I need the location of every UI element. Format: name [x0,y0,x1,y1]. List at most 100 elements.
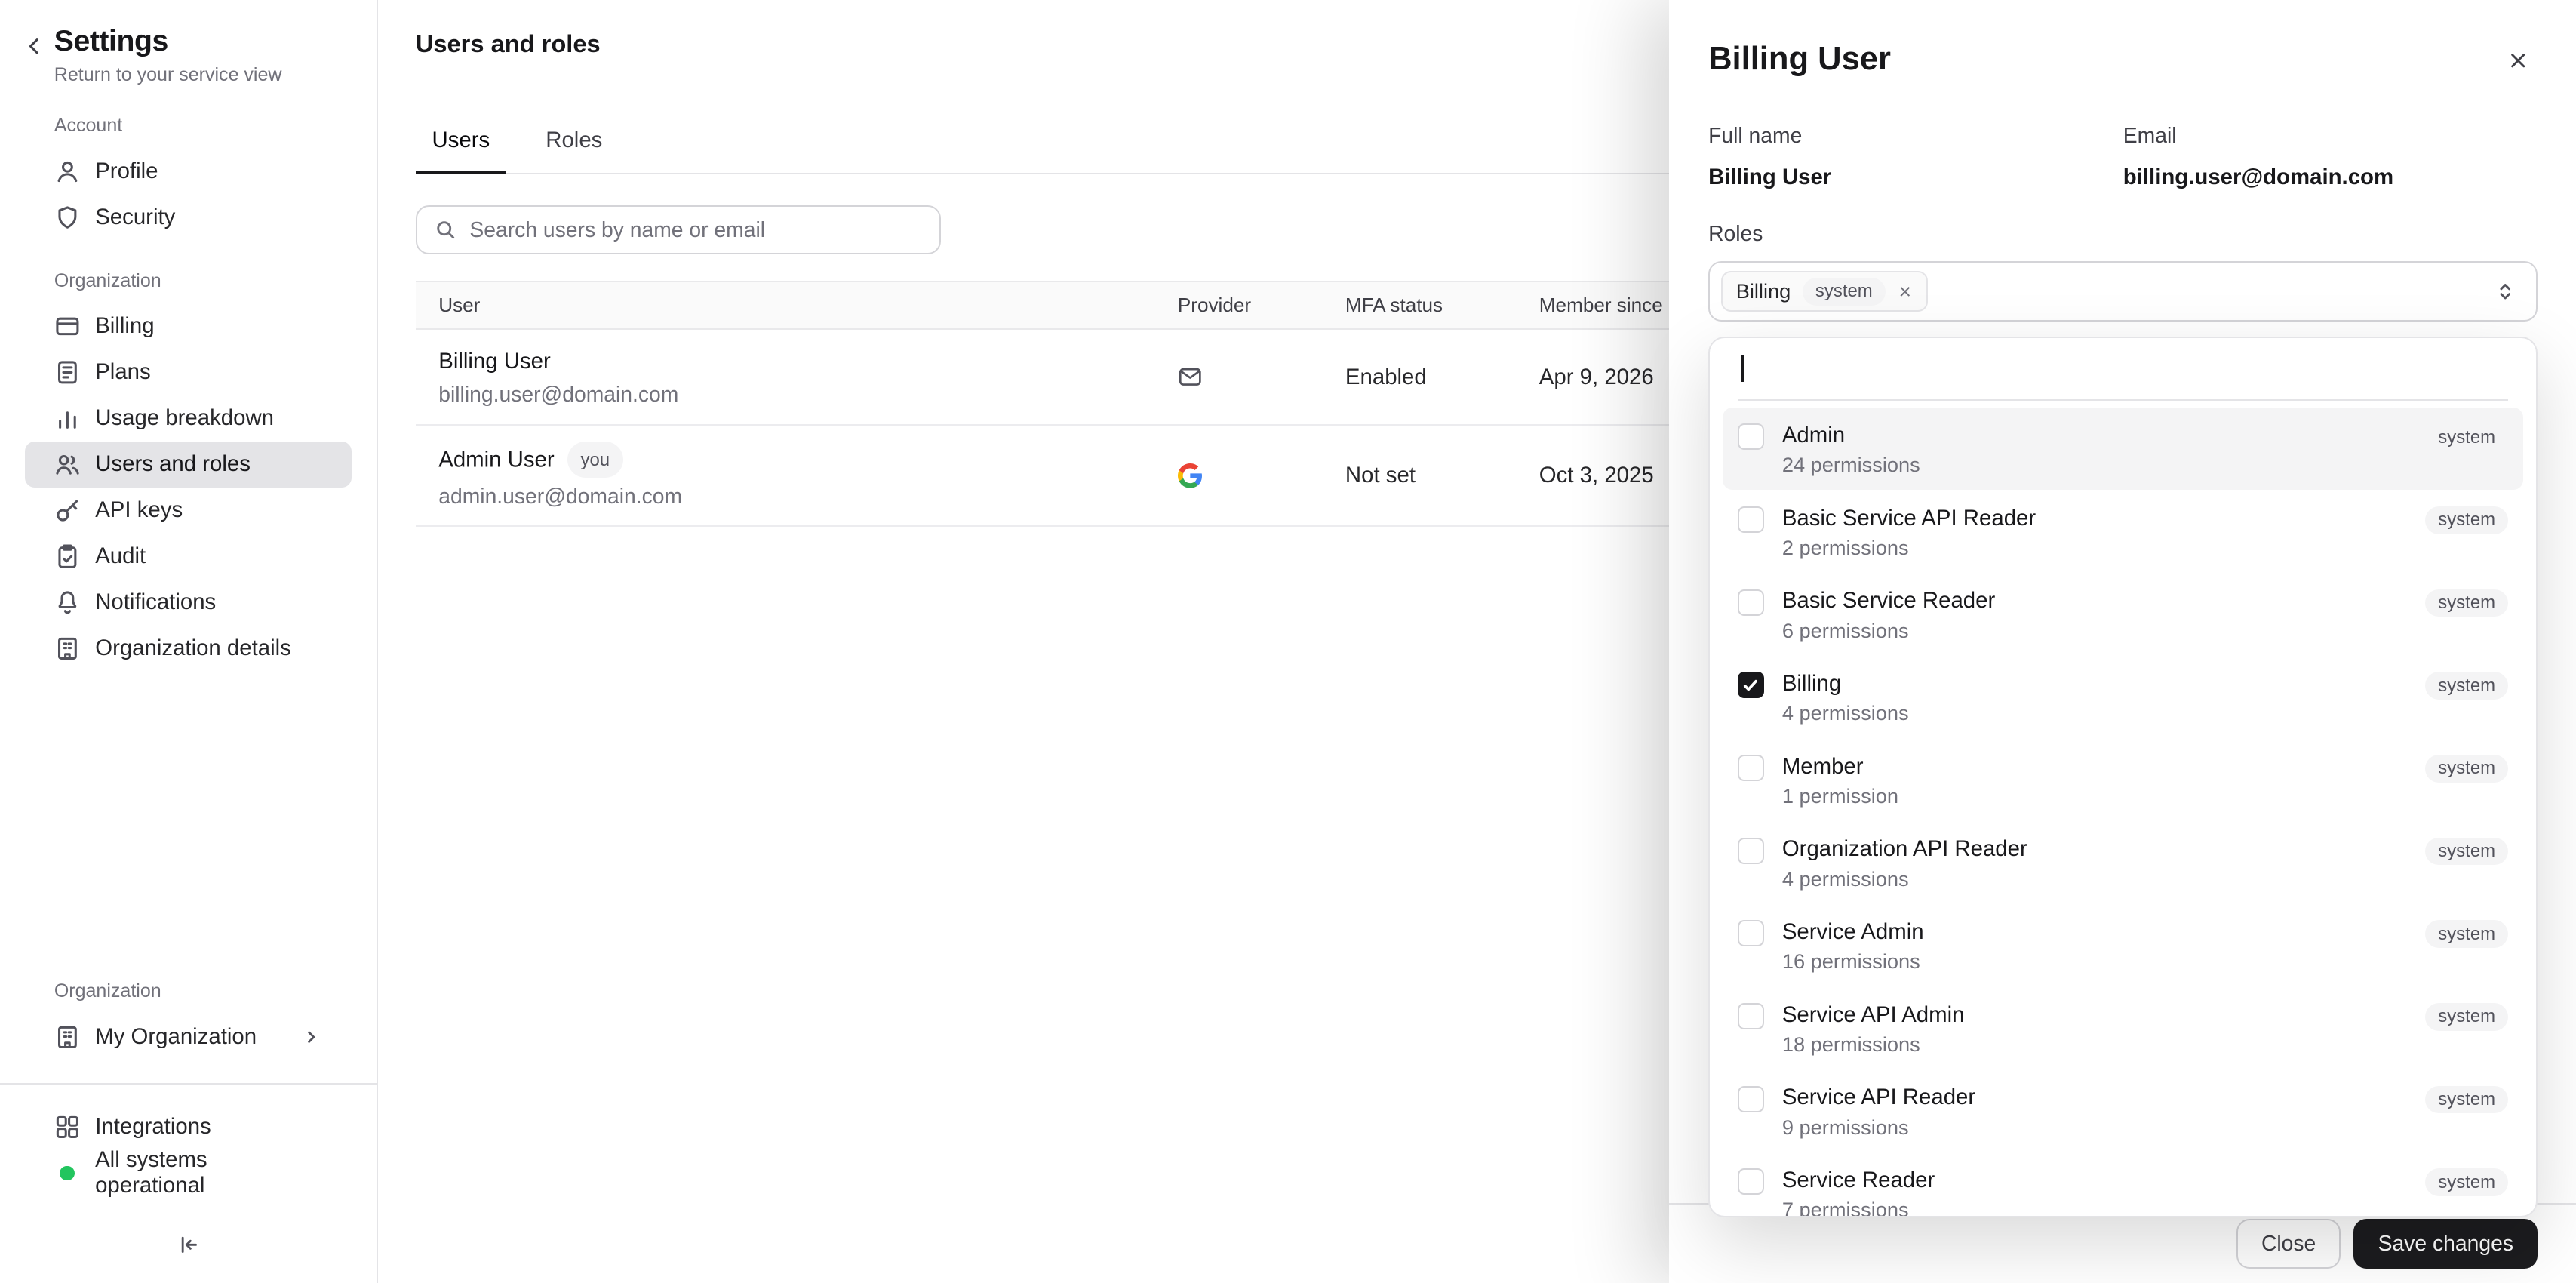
integrations-grid-icon [54,1114,81,1140]
sidebar-item-audit[interactable]: Audit [25,534,352,580]
role-option-permissions: 6 permissions [1782,618,2425,645]
checkbox-unchecked-icon[interactable] [1738,1003,1764,1029]
sidebar-item-security[interactable]: Security [25,195,352,241]
role-option-name: Service Reader [1782,1168,1935,1192]
status-dot-wrap [54,1166,81,1181]
sidebar-title: Settings [54,25,282,58]
status-dot-icon [60,1166,75,1181]
clipboard-check-icon [54,543,81,570]
sidebar-item-organization-details[interactable]: Organization details [25,626,352,672]
role-option-service-admin[interactable]: Service Admin 16 permissions system [1723,904,2523,987]
system-status-item[interactable]: All systems operational [25,1150,352,1196]
sidebar-item-plans[interactable]: Plans [25,349,352,395]
sidebar-item-profile[interactable]: Profile [25,149,352,195]
roles-label: Roles [1708,221,2538,246]
checkbox-unchecked-icon[interactable] [1738,589,1764,616]
sidebar-item-my-organization[interactable]: My Organization [25,1014,352,1060]
checkbox-checked-icon[interactable] [1738,672,1764,698]
role-options-list: Admin 24 permissions system Basic Servic… [1723,408,2523,1217]
checkbox-unchecked-icon[interactable] [1738,838,1764,864]
sidebar-item-users-and-roles[interactable]: Users and roles [25,442,352,488]
role-option-name: Admin [1782,423,1845,448]
column-header-provider: Provider [1178,294,1345,317]
sidebar-item-notifications[interactable]: Notifications [25,580,352,626]
checkbox-unchecked-icon[interactable] [1738,1168,1764,1195]
role-option-name: Service Admin [1782,919,1924,944]
save-changes-button[interactable]: Save changes [2353,1219,2538,1268]
sidebar-item-integrations[interactable]: Integrations [25,1104,352,1150]
role-option-service-api-reader[interactable]: Service API Reader 9 permissions system [1723,1069,2523,1152]
role-option-name: Basic Service Reader [1782,588,1995,613]
role-scope-badge: system [2425,920,2509,948]
sidebar-item-label: Users and roles [95,451,251,477]
document-icon [54,359,81,386]
role-option-basic-service-api-reader[interactable]: Basic Service API Reader 2 permissions s… [1723,490,2523,573]
drawer-header: Billing User [1708,39,2538,80]
sidebar-item-usage-breakdown[interactable]: Usage breakdown [25,395,352,442]
section-label: Organization [25,980,352,1002]
column-header-mfa-status: MFA status [1345,294,1539,317]
checkbox-unchecked-icon[interactable] [1738,920,1764,946]
role-option-name: Service API Admin [1782,1002,1965,1027]
close-drawer-button[interactable] [2498,41,2538,80]
checkbox-unchecked-icon[interactable] [1738,755,1764,781]
tab-roles[interactable]: Roles [529,128,619,173]
role-option-member[interactable]: Member 1 permission system [1723,738,2523,821]
users-icon [54,451,81,478]
building-icon [54,1024,81,1051]
shield-icon [54,205,81,231]
checkbox-unchecked-icon[interactable] [1738,1086,1764,1112]
role-option-service-api-admin[interactable]: Service API Admin 18 permissions system [1723,986,2523,1069]
role-option-permissions: 9 permissions [1782,1115,2425,1141]
role-scope-badge: system [2425,1003,2509,1031]
role-option-name: Basic Service API Reader [1782,506,2036,531]
role-scope-badge: system [2425,672,2509,700]
collapse-sidebar-button[interactable] [169,1226,207,1263]
tab-users[interactable]: Users [416,128,506,173]
role-scope-badge: system [2425,589,2509,617]
sidebar-item-label: Integrations [95,1114,211,1140]
role-filter-input[interactable] [1738,338,2508,401]
role-option-organization-api-reader[interactable]: Organization API Reader 4 permissions sy… [1723,821,2523,904]
roles-multiselect[interactable]: Billing system × [1708,261,2538,322]
user-cell: Billing User billing.user@domain.com [438,346,1178,408]
sidebar-item-label: Notifications [95,589,216,615]
app: Settings Return to your service view Acc… [0,0,2576,1283]
role-option-billing[interactable]: Billing 4 permissions system [1723,656,2523,739]
chevron-left-icon [23,35,45,57]
role-option-admin[interactable]: Admin 24 permissions system [1723,408,2523,491]
role-option-name: Member [1782,754,1864,779]
sidebar-item-billing[interactable]: Billing [25,303,352,349]
collapse-sidebar-icon [176,1232,201,1257]
sidebar-item-label: Plans [95,359,150,385]
sidebar-section-org-picker: Organization My Organization [0,951,377,1060]
unfold-select-icon [2494,280,2516,303]
checkbox-unchecked-icon[interactable] [1738,423,1764,450]
bar-chart-icon [54,405,81,432]
role-scope-badge: system [2425,423,2509,451]
sidebar-item-label: Usage breakdown [95,405,274,431]
remove-role-icon[interactable]: × [1897,281,1913,302]
section-label: Organization [25,270,352,292]
mfa-status: Not set [1345,463,1539,488]
sidebar-item-api-keys[interactable]: API keys [25,488,352,534]
back-button[interactable] [20,28,49,57]
provider-cell [1178,463,1345,488]
role-option-name: Organization API Reader [1782,836,2027,861]
role-option-permissions: 18 permissions [1782,1032,2425,1058]
full-name-label: Full name [1708,123,2123,148]
sidebar-item-label: My Organization [95,1024,286,1050]
role-scope-badge: system [2425,838,2509,866]
close-button[interactable]: Close [2236,1219,2340,1268]
sidebar-section-organization: Organization Billing Plans Usage breakdo… [0,241,377,672]
role-option-permissions: 24 permissions [1782,452,2425,478]
role-option-basic-service-reader[interactable]: Basic Service Reader 6 permissions syste… [1723,573,2523,656]
key-icon [54,497,81,524]
credit-card-icon [54,313,81,340]
full-name-value: Billing User [1708,165,2123,190]
email-label: Email [2123,123,2538,148]
checkbox-unchecked-icon[interactable] [1738,506,1764,533]
role-option-service-reader[interactable]: Service Reader 7 permissions system [1723,1152,2523,1218]
search-input[interactable] [469,217,923,242]
user-icon [54,158,81,185]
